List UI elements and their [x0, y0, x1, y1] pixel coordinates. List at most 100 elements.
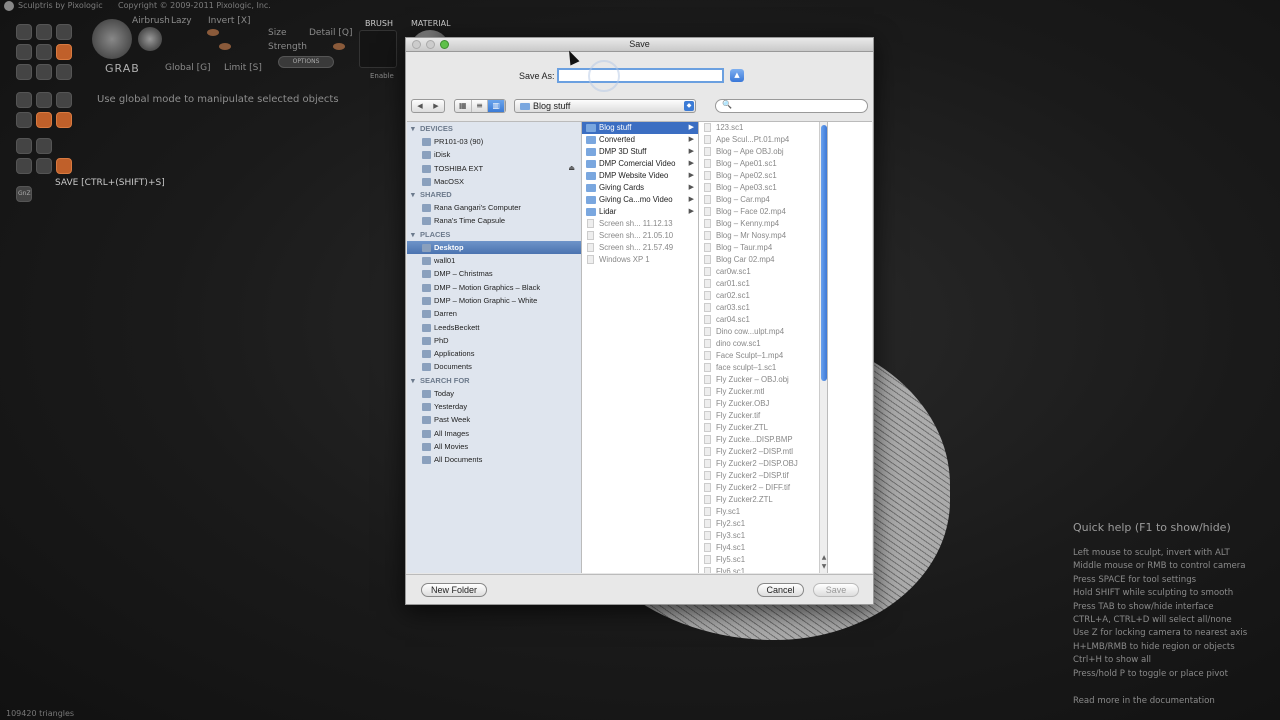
file-row[interactable]: Blog – Ape01.sc1	[699, 158, 827, 170]
sidebar-item[interactable]: DMP – Christmas	[407, 267, 581, 280]
quick-help-more-link[interactable]: Read more in the documentation	[1073, 696, 1247, 706]
file-row[interactable]: Lidar ▶	[582, 206, 698, 218]
file-row[interactable]: Blog – Taur.mp4	[699, 242, 827, 254]
save-as-input[interactable]	[557, 68, 724, 83]
tool-subdivide-icon[interactable]	[56, 112, 72, 128]
new-folder-button[interactable]: New Folder	[421, 583, 487, 597]
sidebar-item[interactable]: Documents	[407, 360, 581, 373]
file-row[interactable]: Blog Car 02.mp4	[699, 254, 827, 266]
sidebar-item[interactable]: Past Week	[407, 413, 581, 426]
file-row[interactable]: Blog – Ape02.sc1	[699, 170, 827, 182]
path-popup[interactable]: Blog stuff ◆	[514, 99, 696, 113]
tool-grab-icon[interactable]	[56, 44, 72, 60]
enable-label[interactable]: Enable	[370, 72, 394, 80]
lazy-label[interactable]: Lazy	[171, 16, 192, 26]
file-row[interactable]: Blog – Ape OBJ.obj	[699, 146, 827, 158]
tool-save-icon[interactable]	[56, 158, 72, 174]
sidebar-item[interactable]: All Documents	[407, 453, 581, 466]
tool-flatten-icon[interactable]	[16, 64, 32, 80]
sidebar-item[interactable]: All Movies	[407, 440, 581, 453]
save-button[interactable]: Save	[813, 583, 859, 597]
file-row[interactable]: Fly2.sc1	[699, 518, 827, 530]
file-row[interactable]: Ape Scul...Pt.01.mp4	[699, 134, 827, 146]
file-row[interactable]: Blog – Car.mp4	[699, 194, 827, 206]
tool-crease-icon[interactable]	[16, 44, 32, 60]
sidebar-item[interactable]: wall01	[407, 254, 581, 267]
tool-symmetry-icon[interactable]	[16, 92, 32, 108]
search-input[interactable]: 🔍	[715, 99, 868, 113]
file-row[interactable]: car0w.sc1	[699, 266, 827, 278]
file-row[interactable]: DMP 3D Stuff ▶	[582, 146, 698, 158]
scroll-arrows-icon[interactable]: ▲ ▼	[820, 553, 828, 571]
file-row[interactable]: car03.sc1	[699, 302, 827, 314]
back-icon[interactable]: ◀	[412, 100, 428, 112]
sidebar-item[interactable]: DMP – Motion Graphics – Black	[407, 281, 581, 294]
tool-pinch-icon[interactable]	[36, 44, 52, 60]
list-view-icon[interactable]: ≡	[472, 100, 489, 112]
file-row[interactable]: Fly Zucker2.ZTL	[699, 494, 827, 506]
sidebar-item[interactable]: Darren	[407, 307, 581, 320]
sidebar-item[interactable]: MacOSX	[407, 175, 581, 188]
tool-inflate-icon[interactable]	[36, 64, 52, 80]
size-slider[interactable]	[207, 29, 219, 36]
forward-icon[interactable]: ▶	[428, 100, 444, 112]
file-row[interactable]: Fly Zucker2 –DISP.mtl	[699, 446, 827, 458]
options-button[interactable]: OPTIONS	[278, 56, 334, 68]
sidebar-item[interactable]: TOSHIBA EXT ⏏	[407, 162, 581, 175]
tool-reduce-icon[interactable]	[16, 112, 32, 128]
tool-wire-icon[interactable]	[36, 92, 52, 108]
file-row[interactable]: Fly Zucker.mtl	[699, 386, 827, 398]
file-row[interactable]: Fly Zucker – OBJ.obj	[699, 374, 827, 386]
tool-export-icon[interactable]	[36, 158, 52, 174]
file-row[interactable]: dino cow.sc1	[699, 338, 827, 350]
file-row[interactable]: Fly3.sc1	[699, 530, 827, 542]
file-row[interactable]: 123.sc1	[699, 122, 827, 134]
tool-smooth-icon[interactable]	[56, 64, 72, 80]
file-row[interactable]: Fly.sc1	[699, 506, 827, 518]
sidebar-item[interactable]: iDisk	[407, 148, 581, 161]
icon-view-icon[interactable]: ▦	[455, 100, 472, 112]
file-row[interactable]: Blog – Kenny.mp4	[699, 218, 827, 230]
file-row[interactable]: Blog – Ape03.sc1	[699, 182, 827, 194]
file-row[interactable]: car02.sc1	[699, 290, 827, 302]
tool-draw-icon[interactable]	[16, 24, 32, 40]
sidebar-item[interactable]: Yesterday	[407, 400, 581, 413]
sidebar-item[interactable]: PhD	[407, 334, 581, 347]
file-row[interactable]: Converted ▶	[582, 134, 698, 146]
file-row[interactable]: Giving Ca...mo Video ▶	[582, 194, 698, 206]
file-row[interactable]: Screen sh... 11.12.13	[582, 218, 698, 230]
airbrush-label[interactable]: Airbrush	[132, 16, 170, 26]
sidebar-item[interactable]: Rana's Time Capsule	[407, 214, 581, 227]
file-row[interactable]: Fly Zucker.tif	[699, 410, 827, 422]
cancel-button[interactable]: Cancel	[757, 583, 804, 597]
file-row[interactable]: Blog – Face 02.mp4	[699, 206, 827, 218]
file-row[interactable]: Fly Zucker2 –DISP.OBJ	[699, 458, 827, 470]
sidebar-item[interactable]: Today	[407, 387, 581, 400]
file-row[interactable]: DMP Website Video ▶	[582, 170, 698, 182]
file-row[interactable]: Fly Zucker.ZTL	[699, 422, 827, 434]
sidebar-item[interactable]: Applications	[407, 347, 581, 360]
tool-new-sphere-icon[interactable]	[16, 138, 32, 154]
file-row[interactable]: face sculpt–1.sc1	[699, 362, 827, 374]
sidebar-item[interactable]: Rana Gangari's Computer	[407, 201, 581, 214]
tool-paint-icon[interactable]	[36, 112, 52, 128]
eject-icon[interactable]: ⏏	[568, 162, 575, 175]
global-toggle[interactable]: Global [G]	[165, 63, 211, 73]
tool-rotate-icon[interactable]	[36, 24, 52, 40]
file-row[interactable]: Giving Cards ▶	[582, 182, 698, 194]
detail-slider[interactable]	[333, 43, 345, 50]
brush-radius-icon[interactable]	[138, 27, 162, 51]
tool-mask-icon[interactable]	[56, 92, 72, 108]
file-row[interactable]: Fly Zucker2 –DISP.tif	[699, 470, 827, 482]
file-row[interactable]: Fly Zucker.OBJ	[699, 398, 827, 410]
sidebar-item[interactable]: PR101-03 (90)	[407, 135, 581, 148]
file-row[interactable]: Screen sh... 21.57.49	[582, 242, 698, 254]
file-row[interactable]: Fly5.sc1	[699, 554, 827, 566]
file-row[interactable]: Blog stuff ▶	[582, 122, 698, 134]
file-row[interactable]: Fly4.sc1	[699, 542, 827, 554]
file-row[interactable]: Fly6.sc1	[699, 566, 827, 573]
strength-slider[interactable]	[219, 43, 231, 50]
column-scrollbar[interactable]: ▲ ▼	[819, 122, 827, 573]
brush-preview[interactable]	[359, 30, 397, 68]
scroll-thumb[interactable]	[821, 125, 827, 381]
